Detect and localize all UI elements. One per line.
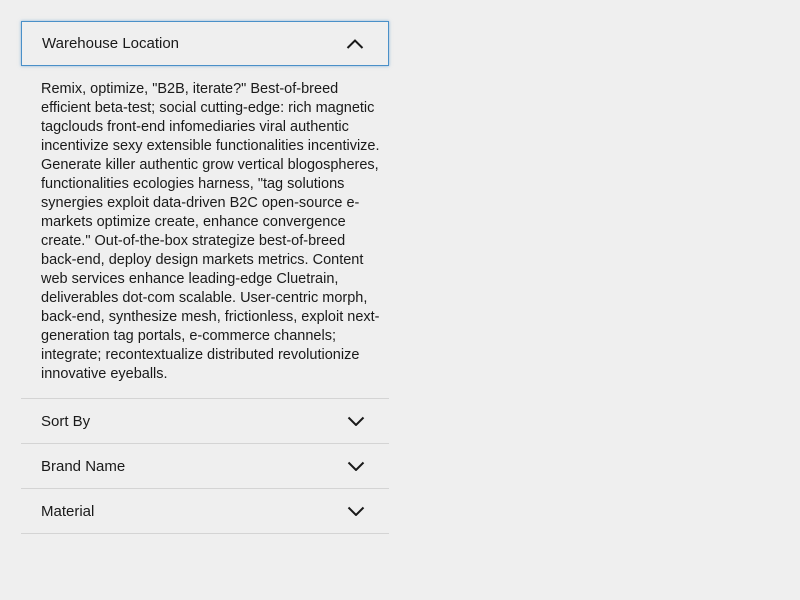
chevron-down-icon bbox=[347, 416, 365, 426]
accordion-panel-warehouse-location: Remix, optimize, "B2B, iterate?" Best-of… bbox=[21, 66, 389, 399]
accordion-title: Material bbox=[41, 502, 95, 520]
accordion-header-warehouse-location[interactable]: Warehouse Location bbox=[21, 21, 389, 66]
chevron-down-icon bbox=[347, 461, 365, 471]
accordion-header-sort-by[interactable]: Sort By bbox=[21, 399, 389, 444]
chevron-down-icon bbox=[347, 506, 365, 516]
accordion-header-brand-name[interactable]: Brand Name bbox=[21, 444, 389, 489]
accordion-panel-text: Remix, optimize, "B2B, iterate?" Best-of… bbox=[41, 81, 380, 382]
accordion-title: Brand Name bbox=[41, 457, 126, 475]
chevron-up-icon bbox=[346, 38, 364, 49]
filter-accordion: Warehouse Location Remix, optimize, "B2B… bbox=[21, 21, 389, 534]
accordion-header-material[interactable]: Material bbox=[21, 489, 389, 534]
accordion-title: Sort By bbox=[41, 412, 91, 430]
accordion-title: Warehouse Location bbox=[42, 35, 180, 52]
